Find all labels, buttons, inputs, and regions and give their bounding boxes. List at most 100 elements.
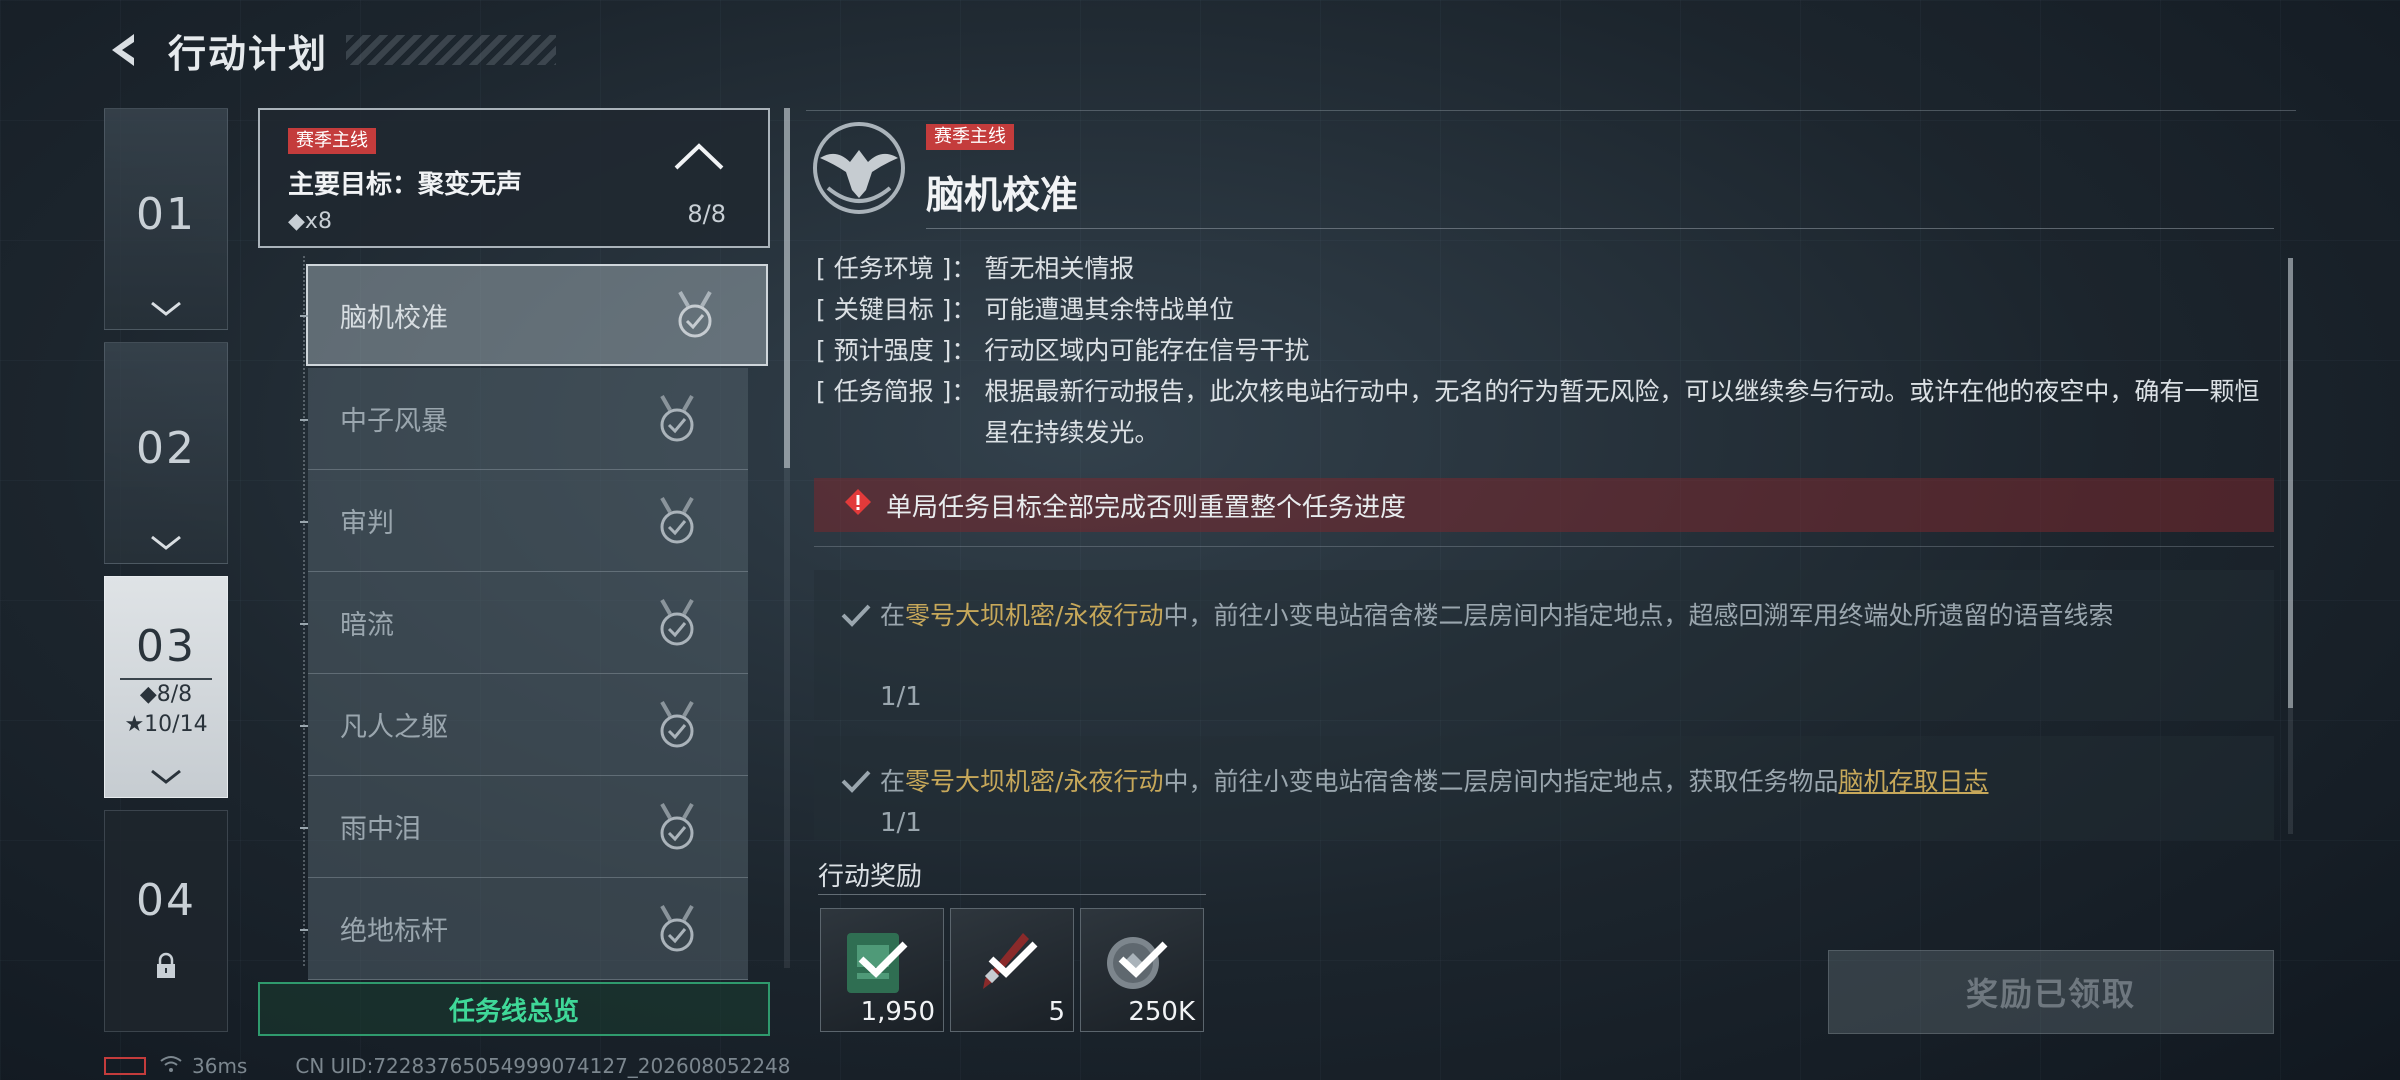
connector-dot [300,724,308,727]
mission-info: 任务环境 暂无相关情报 关键目标 可能遭遇其余特战单位 预计强度 行动区域内可能… [816,248,2266,453]
detail-scrollbar[interactable] [2288,258,2293,708]
info-row-briefing: 任务简报 根据最新行动报告，此次核电站行动中，无名的行为暂无风险，可以继续参与行… [816,371,2266,453]
main-goal-progress: 8/8 [687,200,726,228]
objective-item: 在零号大坝机密/永夜行动中，前往小变电站宿舍楼二层房间内指定地点，超感回溯军用终… [814,570,2274,720]
page-header: 行动计划 [100,22,557,78]
quest-column: 赛季主线 主要目标：聚变无声 ◆x8 8/8 脑机校准 中子风暴 审判 暗流 凡… [258,108,770,980]
medal-check-icon [660,700,694,747]
chapter-tab-02[interactable]: 02 [104,342,228,564]
battery-icon [104,1057,146,1075]
warning-diamond-icon [844,488,872,523]
info-row-environment: 任务环境 暂无相关情报 [816,248,2266,289]
chapter-diamond-progress: ◆8/8 [139,682,193,707]
reward-quantity: 250K [1128,997,1195,1027]
connector-dot [300,826,308,829]
objective-progress: 1/1 [880,682,922,712]
connector-dot [300,928,308,931]
chapter-tab-01[interactable]: 01 [104,108,228,330]
checkmark-icon [840,768,872,798]
quest-name: 凡人之躯 [340,712,448,743]
lock-icon [155,952,177,984]
claimed-check-icon [1081,909,1205,1009]
chapter-star-progress: ★10/14 [124,712,208,737]
quest-name: 雨中泪 [340,814,421,845]
warning-text: 单局任务目标全部完成否则重置整个任务进度 [886,492,1407,523]
info-label: 预计强度 [816,330,976,371]
season-main-tag: 赛季主线 [288,128,376,154]
objective-text-pre: 在 [880,767,906,796]
warning-banner: 单局任务目标全部完成否则重置整个任务进度 [814,478,2274,532]
chevron-down-icon [149,533,183,557]
questline-overview-button[interactable]: 任务线总览 [258,982,770,1036]
reward-quantity: 5 [1048,997,1065,1027]
connector-dot [300,520,308,523]
objective-progress: 1/1 [880,808,922,838]
quest-name: 暗流 [340,610,394,641]
season-main-tag: 赛季主线 [926,124,1014,150]
quest-connector-line [303,256,305,966]
rewards-label: 行动奖励 [818,862,923,892]
quest-item[interactable]: 中子风暴 [300,368,748,470]
main-goal-header[interactable]: 赛季主线 主要目标：聚变无声 ◆x8 8/8 [258,108,770,248]
medal-check-icon [660,394,694,441]
chapter-tab-04[interactable]: 04 [104,810,228,1032]
quest-name: 脑机校准 [340,302,448,334]
connector-dot [300,622,308,625]
chevron-down-icon [149,299,183,323]
claimed-check-icon [951,909,1075,1009]
warning-divider [814,546,2274,547]
info-label: 任务环境 [816,248,976,289]
info-value: 暂无相关情报 [984,254,1135,283]
quest-item[interactable]: 凡人之躯 [300,674,748,776]
objective-text: 在零号大坝机密/永夜行动中，前往小变电站宿舍楼二层房间内指定地点，获取任务物品脑… [880,762,2260,802]
chapter-number: 03 [136,621,196,672]
quest-name: 审判 [340,508,394,539]
objective-text: 在零号大坝机密/永夜行动中，前往小变电站宿舍楼二层房间内指定地点，超感回溯军用终… [880,596,2260,636]
reward-item[interactable]: 5 [950,908,1074,1032]
reward-quantity: 1,950 [860,997,935,1027]
objective-list: 在零号大坝机密/永夜行动中，前往小变电站宿舍楼二层房间内指定地点，超感回溯军用终… [814,560,2274,840]
claim-rewards-button-disabled[interactable]: 奖励已领取 [1828,950,2274,1034]
detail-top-border [806,110,2296,111]
quest-list: 脑机校准 中子风暴 审判 暗流 凡人之躯 雨中泪 绝地标杆 [258,256,770,1076]
info-label: 任务简报 [816,371,976,453]
medal-check-icon [660,496,694,543]
reward-item[interactable]: 250K [1080,908,1204,1032]
quest-item[interactable]: 审判 [300,470,748,572]
info-label: 关键目标 [816,289,976,330]
info-value: 根据最新行动报告，此次核电站行动中，无名的行为暂无风险，可以继续参与行动。或许在… [984,377,2260,447]
chevron-down-icon [149,767,183,791]
info-row-intensity: 预计强度 行动区域内可能存在信号干扰 [816,330,2266,371]
quest-item[interactable]: 绝地标杆 [300,878,748,980]
back-arrow-icon[interactable] [100,26,148,74]
info-row-key-target: 关键目标 可能遭遇其余特战单位 [816,289,2266,330]
chapter-tab-03[interactable]: 03 ◆8/8 ★10/14 [104,576,228,798]
quest-item[interactable]: 暗流 [300,572,748,674]
item-link[interactable]: 脑机存取日志 [1838,767,1988,796]
quest-item[interactable]: 脑机校准 [300,264,768,366]
checkmark-icon [840,602,872,632]
quest-list-scrollbar[interactable] [784,108,790,468]
reward-item[interactable]: 1,950 [820,908,944,1032]
chapter-number: 02 [136,423,196,474]
claimed-check-icon [821,909,945,1009]
quest-name: 绝地标杆 [340,916,448,947]
page-title: 行动计划 [168,31,329,76]
mission-title: 脑机校准 [926,173,1079,217]
objective-item: 在零号大坝机密/永夜行动中，前往小变电站宿舍楼二层房间内指定地点，获取任务物品脑… [814,736,2274,840]
quest-name: 中子风暴 [340,406,448,437]
objective-text-post: 中，前往小变电站宿舍楼二层房间内指定地点，超感回溯军用终端处所遗留的语音线索 [1163,601,2114,630]
objective-text-pre: 在 [880,601,906,630]
chapter-number: 01 [136,189,196,240]
info-value: 可能遭遇其余特战单位 [984,295,1235,324]
quest-item[interactable]: 雨中泪 [300,776,748,878]
status-bar: 36ms CN UID:72283765054999074127_2026080… [104,1054,791,1078]
connector-dot [300,315,308,317]
wifi-icon [160,1054,182,1078]
eagle-emblem-icon [813,122,905,214]
connector-dot [300,418,308,421]
chevron-up-icon[interactable] [672,140,726,176]
title-decoration [346,35,557,65]
chapter-number: 04 [136,875,196,926]
medal-check-icon [678,291,712,338]
